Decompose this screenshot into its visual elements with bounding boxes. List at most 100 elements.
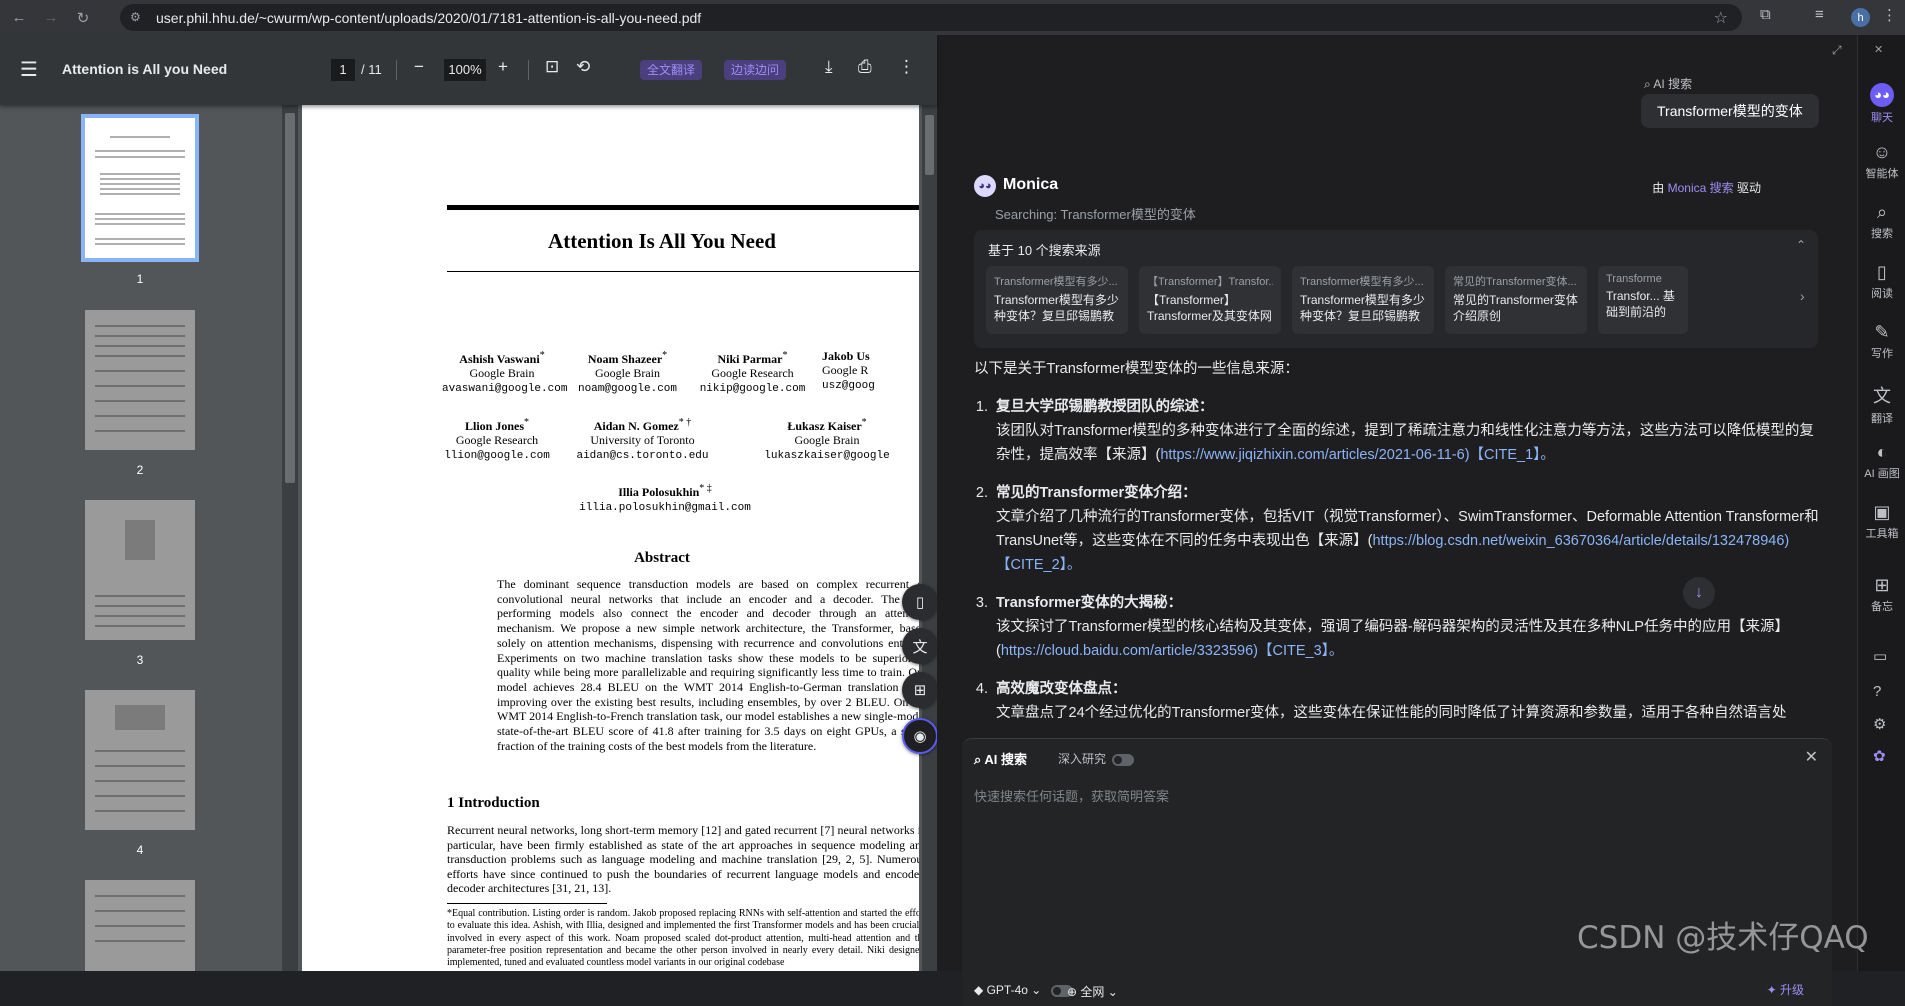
upgrade-button[interactable]: ✦ 升级 xyxy=(1767,981,1804,998)
source-card[interactable]: 【Transformer】Transfor... 【Transformer】Tra… xyxy=(1139,266,1281,334)
author-name: Jakob Us xyxy=(822,349,870,363)
deep-research-toggle[interactable]: 深入研究 xyxy=(1058,750,1135,767)
author-name: Aidan N. Gomez xyxy=(593,419,679,433)
thumbnail-page-1[interactable] xyxy=(81,114,199,262)
agent-icon: ☺ xyxy=(1872,142,1892,162)
monica-launcher-icon[interactable]: ◉ xyxy=(902,718,938,754)
full-translate-button[interactable]: 全文翻译 xyxy=(640,60,703,80)
settings-icon[interactable]: ⚙ xyxy=(1873,715,1886,733)
monica-panel: ⤢ ⌕ AI 搜索 Transformer模型的变体 ◕◕ Monica 由 M… xyxy=(937,35,1857,1006)
title-rule xyxy=(447,271,919,272)
pdf-scrollbar[interactable] xyxy=(922,105,937,971)
thumbnail-page-3[interactable] xyxy=(85,500,195,640)
close-sidebar-icon[interactable]: ✕ xyxy=(1874,43,1883,56)
divider xyxy=(528,60,529,80)
sidebar-item-search[interactable]: ⌕ 搜索 xyxy=(1858,202,1905,241)
toggle-switch[interactable] xyxy=(1112,753,1135,766)
query-mode-label: ⌕ AI 搜索 xyxy=(1644,77,1693,91)
window-icon[interactable]: ▭ xyxy=(1873,647,1887,665)
sources-header[interactable]: 基于 10 个搜索来源 xyxy=(988,240,1101,259)
cite-link[interactable]: )【CITE_1】。 xyxy=(1465,447,1555,463)
thumbnail-page-4[interactable] xyxy=(85,690,195,830)
powered-name[interactable]: Monica 搜索 xyxy=(1668,181,1734,195)
author-affil: Google R xyxy=(822,363,869,377)
scrollbar-thumb[interactable] xyxy=(285,113,295,483)
author-block: Illia Polosukhin* ‡ illia.polosukhin@gma… xyxy=(560,482,770,515)
watermark: CSDN @技术仔QAQ xyxy=(1577,920,1869,956)
footnote-text: *Equal contribution. Listing order is ra… xyxy=(447,908,919,969)
expand-icon[interactable]: ⤢ xyxy=(1832,43,1842,58)
apps-grid-icon[interactable]: ⊞ xyxy=(902,672,938,708)
author-block: Llion Jones* Google Research llion@googl… xyxy=(437,416,557,463)
extensions-icon[interactable]: ⧉ xyxy=(1760,6,1771,23)
sidebar-item-translate[interactable]: 文翻译 xyxy=(1858,382,1905,426)
profile-avatar[interactable]: h xyxy=(1851,8,1870,27)
zoom-in-icon[interactable]: + xyxy=(498,57,508,77)
browser-menu-icon[interactable]: ⋮ xyxy=(1882,6,1897,24)
forward-icon[interactable]: → xyxy=(38,5,64,31)
cite-link[interactable]: )【CITE_3】。 xyxy=(1253,643,1343,659)
close-icon[interactable]: ✕ xyxy=(1805,747,1818,767)
fit-page-icon[interactable]: ⊡ xyxy=(545,57,559,77)
palette-icon: ◐ xyxy=(1876,442,1888,462)
rotate-icon[interactable]: ⟲ xyxy=(576,57,590,77)
source-link[interactable]: https://cloud.baidu.com/article/3323596 xyxy=(1001,643,1253,659)
reload-icon[interactable]: ↻ xyxy=(70,5,96,31)
print-icon[interactable]: ⎙ xyxy=(858,57,872,77)
gift-icon[interactable]: ✿ xyxy=(1873,747,1886,765)
zoom-input[interactable]: 100% xyxy=(444,59,486,81)
sidebar-item-agent[interactable]: ☺ 智能体 xyxy=(1858,142,1905,181)
site-info-icon[interactable]: ⚙ xyxy=(130,10,141,24)
bookmark-star-icon[interactable]: ☆ xyxy=(1714,8,1728,28)
scroll-down-icon[interactable]: ↓ xyxy=(1683,577,1715,609)
help-icon[interactable]: ? xyxy=(1873,683,1881,700)
monica-logo-icon: ◕◕ xyxy=(974,175,996,197)
thumbnail-page-5[interactable] xyxy=(85,880,195,971)
intro-text: Recurrent neural networks, long short-te… xyxy=(447,823,919,896)
source-card[interactable]: Transformer模型有多少... Transformer模型有多少种变体？复… xyxy=(1292,266,1434,334)
author-name: Łukasz Kaiser xyxy=(787,419,862,433)
sidebar-item-toolbox[interactable]: ▣ 工具箱 xyxy=(1858,502,1905,541)
source-card[interactable]: Transformer模型有多少... Transformer模型有多少种变体？复… xyxy=(986,266,1128,334)
sidebar-item-memo[interactable]: ⊞ 备忘 xyxy=(1858,575,1905,614)
thumbnail-page-2[interactable] xyxy=(85,310,195,450)
read-ask-button[interactable]: 边读边问 xyxy=(724,60,787,80)
source-card[interactable]: 常见的Transformer变体... 常见的Transformer变体介绍原创 xyxy=(1445,266,1587,334)
source-card[interactable]: Transforme Transfor... 基础到前沿的 xyxy=(1598,266,1688,334)
source-link[interactable]: https://www.jiqizhixin.com/articles/2021… xyxy=(1160,447,1464,463)
zoom-out-icon[interactable]: − xyxy=(414,57,424,77)
model-selector[interactable]: ◆ GPT-4o ⌄ xyxy=(974,983,1073,997)
source-link[interactable]: https://blog.csdn.net/weixin_63670364/ar… xyxy=(1372,533,1784,549)
scrollbar-thumb[interactable] xyxy=(925,115,934,175)
translate-icon[interactable]: 文 xyxy=(902,628,938,664)
read-book-icon[interactable]: ▯ xyxy=(902,584,938,620)
download-icon[interactable]: ⤓ xyxy=(825,57,833,77)
reading-list-icon[interactable]: ≡ xyxy=(1815,6,1824,23)
author-block: Jakob Us Google R usz@goog xyxy=(822,349,919,393)
sidebar-label: 阅读 xyxy=(1871,288,1893,300)
book-icon: ▯ xyxy=(1877,262,1887,282)
pdf-title: Attention is All you Need xyxy=(62,61,228,77)
collapse-chevron-icon[interactable]: ⌃ xyxy=(1796,238,1806,252)
search-input[interactable]: 快速搜索任何话题，获取简明答案 xyxy=(974,786,1169,805)
browser-toolbar: ← → ↻ ⚙ user.phil.hhu.de/~cwurm/wp-conte… xyxy=(0,0,1905,35)
sidebar-item-chat[interactable]: ◕◕ 聊天 xyxy=(1858,83,1905,125)
author-mark: * xyxy=(861,417,867,428)
author-mark: * xyxy=(539,350,545,361)
sidebar-item-draw[interactable]: ◐ AI 画图 xyxy=(1858,442,1905,481)
sidebar-item-write[interactable]: ✎ 写作 xyxy=(1858,322,1905,361)
page-number-input[interactable]: 1 xyxy=(331,59,355,81)
address-bar[interactable]: ⚙ user.phil.hhu.de/~cwurm/wp-content/upl… xyxy=(120,4,1742,31)
network-selector[interactable]: ⊕ 全网 ⌄ xyxy=(1067,983,1118,1000)
more-options-icon[interactable]: ⋮ xyxy=(898,57,915,77)
footnote-rule xyxy=(447,903,607,904)
next-arrow-icon[interactable]: › xyxy=(1800,288,1805,304)
sidebar-label: 写作 xyxy=(1871,348,1893,360)
back-icon[interactable]: ← xyxy=(6,5,32,31)
sidebar-item-read[interactable]: ▯ 阅读 xyxy=(1858,262,1905,301)
sidebar-menu-icon[interactable]: ☰ xyxy=(20,57,38,82)
url-text: user.phil.hhu.de/~cwurm/wp-content/uploa… xyxy=(156,9,702,26)
source-desc: Transformer模型有多少种变体？复旦邱锡鹏教授团队做... xyxy=(1300,293,1425,323)
thumbnail-scrollbar[interactable] xyxy=(282,105,298,971)
powered-prefix: 由 xyxy=(1652,181,1665,195)
